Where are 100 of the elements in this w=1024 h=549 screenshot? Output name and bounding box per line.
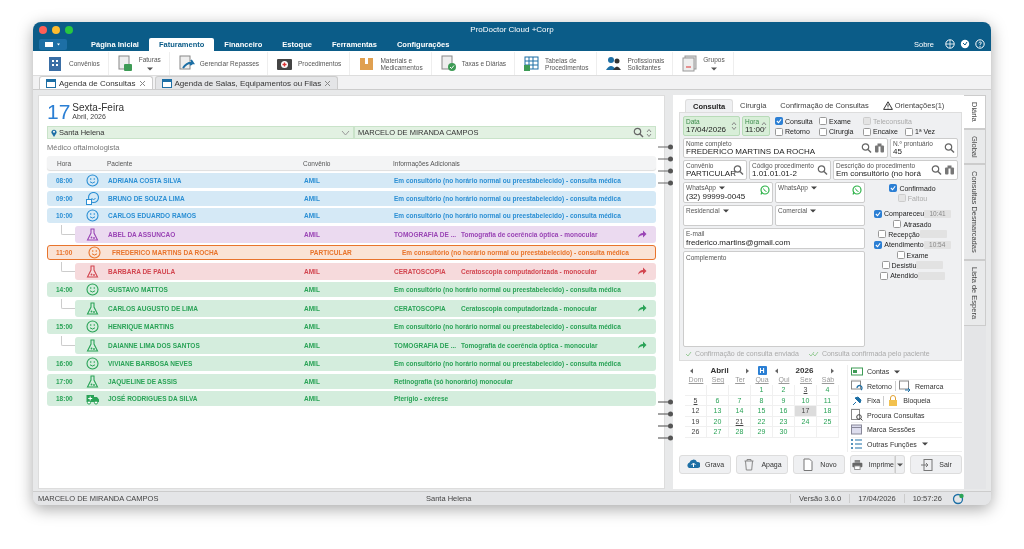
day-number: 17 bbox=[47, 100, 71, 122]
exit-icon bbox=[920, 457, 935, 472]
smiley-icon bbox=[86, 283, 99, 296]
checkbox[interactable] bbox=[873, 209, 882, 218]
weekday-label: Sexta-Feira bbox=[72, 102, 125, 113]
calendar-icon bbox=[851, 423, 863, 436]
calendar-icon bbox=[161, 78, 172, 88]
flask-icon bbox=[86, 338, 99, 352]
share-arrow-icon bbox=[637, 267, 647, 275]
flask-icon bbox=[86, 301, 99, 315]
binder-ring-icon bbox=[658, 423, 674, 429]
document-arrow-icon bbox=[177, 54, 195, 72]
field-value: PARTICULAR bbox=[686, 169, 736, 178]
previous-icon[interactable] bbox=[689, 367, 694, 374]
field-value: 45 bbox=[893, 147, 902, 156]
binder-ring-icon bbox=[658, 156, 674, 162]
window-title: ProDoctor Cloud +Corp bbox=[469, 25, 555, 34]
binder-ring-icon bbox=[658, 435, 674, 441]
binder-ring-icon bbox=[658, 411, 674, 417]
caret-icon bbox=[810, 184, 818, 191]
checkbox[interactable] bbox=[881, 261, 890, 270]
checkbox[interactable] bbox=[893, 220, 902, 229]
checkbox[interactable] bbox=[878, 230, 887, 239]
padlock-icon bbox=[887, 394, 900, 407]
search-icon bbox=[931, 164, 942, 176]
checkbox[interactable] bbox=[863, 127, 871, 136]
previous-icon[interactable] bbox=[774, 367, 779, 374]
printer-icon bbox=[851, 457, 864, 472]
warning-icon bbox=[882, 101, 893, 110]
smiley-icon bbox=[86, 209, 99, 222]
year-label: 2026 bbox=[794, 366, 815, 375]
binoculars-icon bbox=[944, 164, 955, 176]
field-value: 11:00 bbox=[745, 125, 765, 134]
location-pin-icon bbox=[51, 128, 57, 137]
chevron-icon bbox=[341, 129, 350, 136]
list-icon bbox=[851, 438, 863, 451]
next-icon[interactable] bbox=[745, 367, 750, 374]
money-icon bbox=[851, 365, 863, 378]
search-icon bbox=[861, 142, 872, 154]
caret-icon bbox=[718, 184, 726, 191]
building-icon bbox=[47, 54, 64, 72]
pin-icon bbox=[851, 394, 863, 407]
smiley-icon bbox=[88, 246, 101, 259]
checkbox[interactable] bbox=[896, 251, 905, 260]
app-menu-icon[interactable] bbox=[39, 39, 67, 50]
caret-icon bbox=[896, 461, 904, 468]
spinner-icon bbox=[731, 121, 737, 131]
checkbox[interactable] bbox=[819, 117, 827, 126]
flask-icon bbox=[86, 227, 99, 241]
field-value: (32) 99999-0045 bbox=[686, 191, 746, 201]
caret-icon bbox=[809, 207, 818, 214]
flask-icon bbox=[86, 374, 99, 388]
smiley-icon bbox=[86, 320, 99, 333]
support-icon[interactable] bbox=[960, 39, 970, 49]
share-arrow-icon bbox=[637, 230, 647, 238]
checkbox[interactable] bbox=[905, 127, 913, 136]
binder-ring-icon bbox=[658, 144, 674, 150]
check-icon bbox=[685, 350, 692, 357]
binder-ring-icon bbox=[658, 180, 674, 186]
double-check-icon bbox=[807, 350, 819, 357]
close-icon[interactable] bbox=[138, 79, 146, 87]
chat-smiley-icon bbox=[86, 191, 99, 205]
next-icon[interactable] bbox=[830, 367, 835, 374]
close-icon[interactable] bbox=[324, 79, 332, 87]
dropdown-button[interactable] bbox=[895, 455, 905, 474]
document-search-icon bbox=[851, 409, 863, 422]
calendar-icon bbox=[46, 78, 56, 88]
spinner-icon bbox=[646, 127, 652, 138]
connection-icon bbox=[951, 492, 964, 505]
ambulance-icon bbox=[86, 392, 99, 405]
share-arrow-icon bbox=[637, 341, 647, 349]
field-value: 1.01.01.01-2 bbox=[752, 169, 797, 178]
binoculars-icon bbox=[874, 142, 885, 154]
document-tab[interactable]: Agenda de Salas, Equipamentos ou Filas bbox=[154, 76, 339, 89]
globe-icon[interactable] bbox=[945, 39, 955, 49]
help-icon[interactable] bbox=[975, 39, 985, 49]
checkbox[interactable] bbox=[889, 184, 898, 192]
binder-ring-icon bbox=[658, 168, 674, 174]
stack-icon bbox=[681, 54, 699, 72]
search-icon bbox=[944, 142, 955, 154]
calendar-refresh-icon bbox=[851, 380, 863, 393]
document-tab[interactable]: Agenda de Consultas bbox=[39, 76, 153, 89]
invoice-icon bbox=[116, 54, 134, 72]
checkbox[interactable] bbox=[880, 271, 889, 280]
field-value: FREDERICO MARTINS DA ROCHA bbox=[686, 147, 816, 156]
caret-icon bbox=[721, 207, 730, 214]
checkbox[interactable] bbox=[775, 117, 783, 126]
flask-icon bbox=[86, 264, 99, 278]
table-icon bbox=[523, 54, 541, 72]
search-icon bbox=[633, 127, 644, 138]
document-check-icon bbox=[439, 54, 457, 72]
checkbox[interactable] bbox=[775, 127, 783, 136]
people-icon bbox=[605, 54, 623, 72]
month-label: Abril bbox=[709, 366, 730, 375]
field-value: frederico.martins@gmail.com bbox=[686, 237, 791, 247]
field-value: Em consultório (no horá bbox=[836, 169, 921, 178]
field-value: 17/04/2026 bbox=[686, 125, 727, 134]
checkbox[interactable] bbox=[874, 240, 883, 249]
smiley-icon bbox=[86, 357, 99, 370]
checkbox[interactable] bbox=[819, 127, 827, 136]
